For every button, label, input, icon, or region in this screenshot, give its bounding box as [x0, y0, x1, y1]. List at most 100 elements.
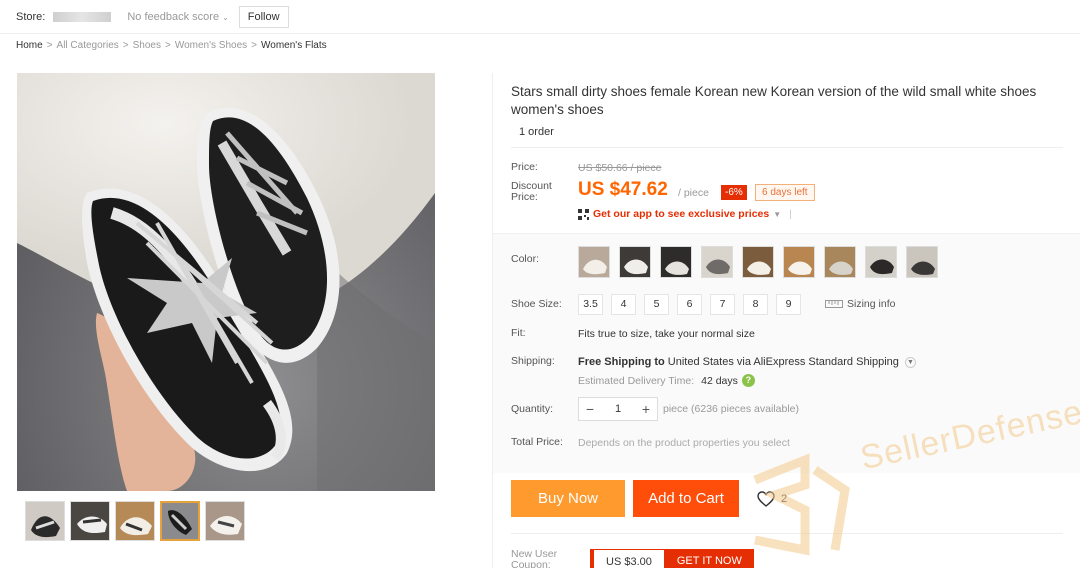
color-swatch[interactable]	[701, 246, 733, 278]
shipping-info[interactable]: Free Shipping to United States via AliEx…	[578, 356, 916, 368]
swatch-image	[661, 247, 691, 277]
price-unit: / piece	[678, 187, 709, 199]
chevron-down-icon: ▼	[904, 356, 916, 368]
color-swatch[interactable]	[865, 246, 897, 278]
divider	[511, 533, 1063, 534]
color-swatch[interactable]	[619, 246, 651, 278]
product-title: Stars small dirty shoes female Korean ne…	[511, 84, 1037, 117]
breadcrumb-separator: >	[122, 40, 129, 51]
help-icon[interactable]: ?	[741, 374, 755, 387]
app-promo-link[interactable]: Get our app to see exclusive prices ▼ |	[578, 208, 792, 220]
swatch-image	[866, 247, 896, 277]
total-price-note: Depends on the product properties you se…	[578, 437, 790, 449]
color-swatches	[578, 246, 938, 278]
size-option[interactable]: 5	[644, 294, 669, 315]
thumbnail-image	[71, 502, 109, 540]
app-promo-text: Get our app to see exclusive prices	[593, 208, 770, 220]
free-shipping-text: Free Shipping to	[578, 356, 665, 368]
fit-label: Fit:	[511, 327, 526, 339]
sizing-info-link[interactable]: Sizing info	[825, 298, 895, 310]
new-user-coupon: US $3.00 GET IT NOW	[590, 549, 754, 568]
breadcrumb-womens-flats[interactable]: Women's Flats	[261, 40, 327, 51]
breadcrumb-all-categories[interactable]: All Categories	[57, 40, 119, 51]
swatch-image	[784, 247, 814, 277]
swatch-image	[743, 247, 773, 277]
product-info-panel: Stars small dirty shoes female Korean ne…	[492, 73, 1080, 568]
thumbnail-image	[116, 502, 154, 540]
discount-badge: -6%	[721, 185, 747, 200]
price-label: Price:	[511, 161, 538, 173]
total-price-label: Total Price:	[511, 436, 563, 448]
breadcrumb-separator: >	[251, 40, 258, 51]
quantity-availability: piece (6236 pieces available)	[663, 403, 800, 415]
breadcrumb: Home > All Categories > Shoes > Women's …	[16, 40, 327, 51]
delivery-days: 42 days	[701, 374, 738, 387]
swatch-image	[620, 247, 650, 277]
store-bar: Store: No feedback score ⌄ Follow	[0, 0, 1080, 34]
thumbnail-image	[206, 502, 244, 540]
size-option[interactable]: 8	[743, 294, 768, 315]
size-options: 3.5 4 5 6 7 8 9	[578, 294, 801, 315]
buy-now-button[interactable]: Buy Now	[511, 480, 625, 517]
quantity-decrease-button[interactable]: −	[579, 401, 601, 417]
sizing-info-text: Sizing info	[847, 298, 896, 310]
color-swatch[interactable]	[578, 246, 610, 278]
breadcrumb-shoes[interactable]: Shoes	[133, 40, 161, 51]
thumbnail[interactable]	[70, 501, 110, 541]
size-option[interactable]: 6	[677, 294, 702, 315]
discount-price-label: Discount Price:	[511, 180, 552, 203]
original-price: US $50.66 / piece	[578, 162, 662, 174]
wishlist-button[interactable]: 2	[749, 480, 795, 517]
thumbnail-image	[26, 502, 64, 540]
quantity-increase-button[interactable]: +	[635, 401, 657, 417]
shoe-photo-illustration	[17, 73, 435, 491]
store-name-redacted	[53, 11, 112, 22]
swatch-image	[702, 247, 732, 277]
size-option[interactable]: 3.5	[578, 294, 603, 315]
divider: |	[789, 208, 792, 220]
chevron-down-icon: ▼	[773, 209, 782, 219]
add-to-cart-button[interactable]: Add to Cart	[633, 480, 739, 517]
size-option[interactable]: 7	[710, 294, 735, 315]
days-left-badge: 6 days left	[755, 184, 815, 201]
thumbnail[interactable]	[205, 501, 245, 541]
quantity-label: Quantity:	[511, 403, 554, 415]
product-main-image[interactable]	[17, 73, 435, 491]
qr-code-icon	[578, 208, 589, 220]
thumbnail-selected[interactable]	[160, 501, 200, 541]
color-swatch[interactable]	[742, 246, 774, 278]
quantity-stepper: − 1 +	[578, 397, 658, 421]
heart-icon	[757, 490, 775, 507]
store-label: Store:	[16, 10, 46, 23]
feedback-score-text: No feedback score	[127, 10, 220, 23]
feedback-score[interactable]: No feedback score ⌄	[127, 11, 228, 23]
size-option[interactable]: 4	[611, 294, 636, 315]
order-count: 1 order	[519, 126, 554, 138]
swatch-image	[907, 247, 937, 277]
breadcrumb-womens-shoes[interactable]: Women's Shoes	[175, 40, 247, 51]
thumbnail[interactable]	[115, 501, 155, 541]
size-option[interactable]: 9	[776, 294, 801, 315]
color-swatch[interactable]	[783, 246, 815, 278]
color-swatch[interactable]	[660, 246, 692, 278]
breadcrumb-separator: >	[46, 40, 53, 51]
ruler-icon	[825, 300, 843, 308]
get-coupon-button[interactable]: GET IT NOW	[664, 549, 754, 568]
follow-button[interactable]: Follow	[238, 5, 289, 28]
breadcrumb-home[interactable]: Home	[16, 40, 43, 51]
delivery-estimate: Estimated Delivery Time: 42 days ?	[578, 374, 755, 387]
color-label: Color:	[511, 253, 540, 265]
shipping-destination: United States via AliExpress Standard Sh…	[667, 356, 899, 368]
breadcrumb-separator: >	[165, 40, 171, 51]
thumbnail[interactable]	[25, 501, 65, 541]
wishlist-count: 2	[781, 492, 788, 505]
divider	[511, 147, 1063, 148]
swatch-image	[825, 247, 855, 277]
color-swatch[interactable]	[824, 246, 856, 278]
quantity-input[interactable]: 1	[601, 403, 635, 415]
thumbnail-strip	[25, 501, 245, 541]
thumbnail-image	[162, 503, 198, 539]
delivery-label: Estimated Delivery Time:	[578, 374, 695, 387]
coupon-amount: US $3.00	[590, 549, 665, 568]
color-swatch[interactable]	[906, 246, 938, 278]
